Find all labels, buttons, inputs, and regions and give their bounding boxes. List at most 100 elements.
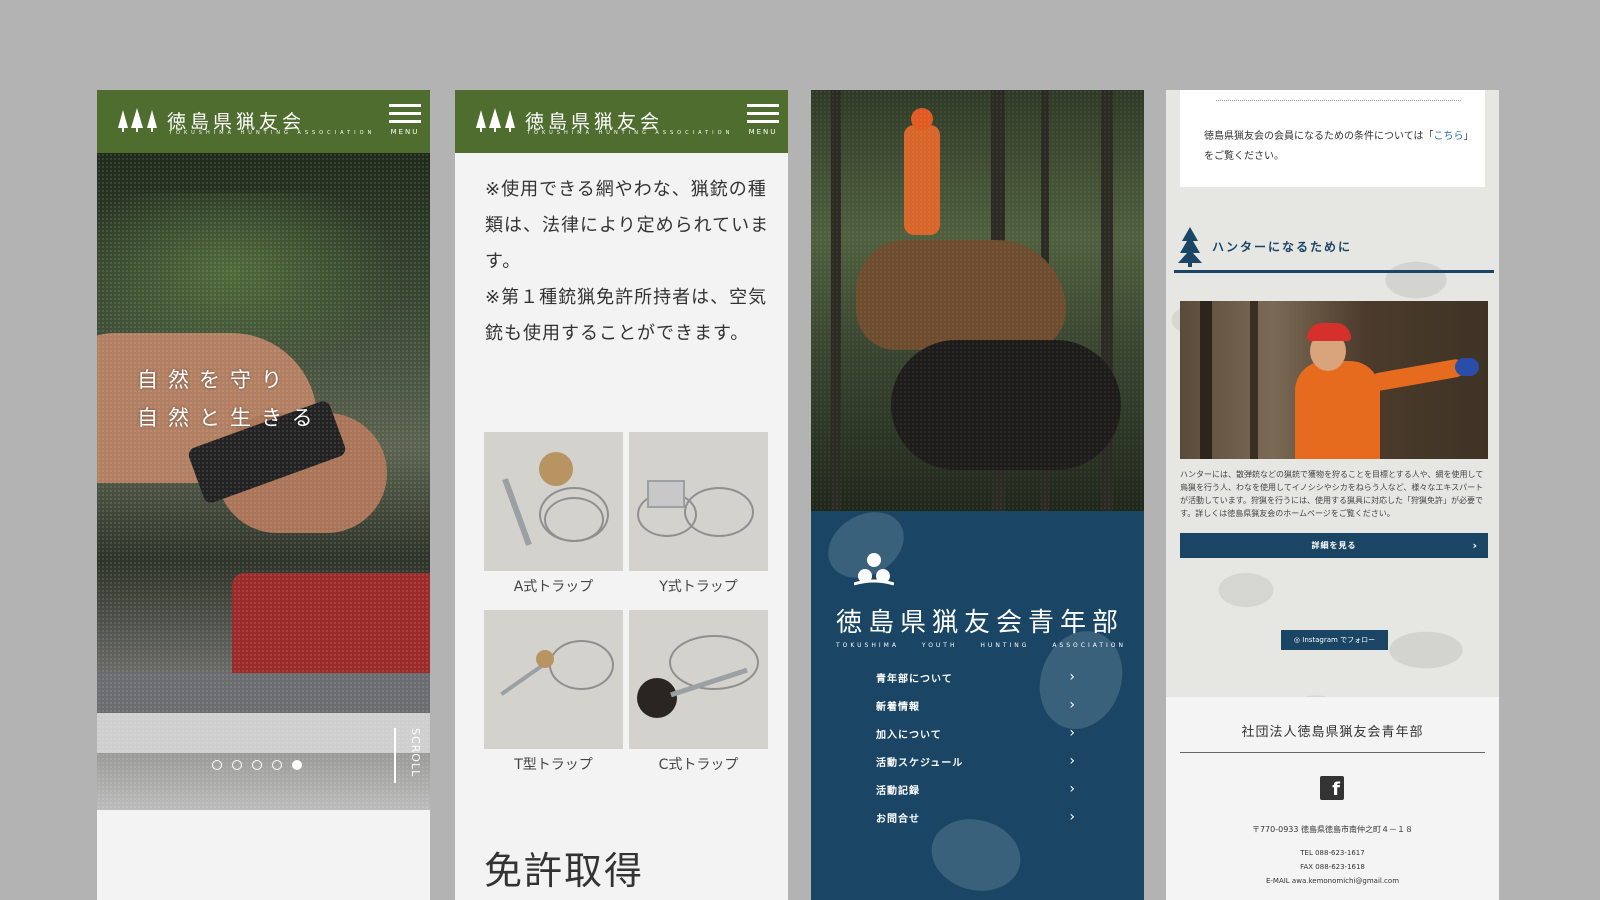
chevron-right-icon: › (1069, 809, 1076, 825)
detail-button[interactable]: 詳細を見る › (1180, 533, 1488, 558)
trap-item: C式トラップ (629, 610, 768, 782)
hamburger-icon-bar (389, 120, 421, 123)
site-logo-sub: TOKUSHIMA HUNTING ASSOCIATION (169, 130, 376, 136)
pager-dot-4[interactable] (272, 760, 282, 770)
trap-photo-c (629, 610, 768, 749)
nav-label: 青年部について (876, 673, 953, 685)
chevron-right-icon: › (1069, 697, 1076, 713)
hunter-description: ハンターには、散弾銃などの猟銃で獲物を狩ることを目標とする人や、網を使用して鳥猟… (1180, 470, 1484, 518)
nav-item-news[interactable]: 新着情報 › (876, 691, 1076, 719)
nav-item-records[interactable]: 活動記録 › (876, 775, 1076, 803)
photo-hunter-vest (1295, 361, 1380, 459)
footer-tel: TEL 088-623-1617 (1300, 849, 1365, 857)
trees-logo-icon (117, 108, 159, 132)
nav-label: 新着情報 (876, 701, 920, 713)
chevron-right-icon: › (1069, 669, 1076, 685)
hamburger-icon (389, 104, 421, 107)
youth-sub-word: YOUTH (921, 642, 958, 649)
hamburger-icon (747, 104, 779, 107)
footer-fax: FAX 088-623-1618 (1300, 863, 1365, 871)
instagram-follow-button[interactable]: ◎ Instagram でフォロー (1281, 630, 1388, 650)
chevron-right-icon: › (1069, 725, 1076, 741)
trap-plate (637, 678, 677, 718)
phone-screen-license: 徳島県猟友会 TOKUSHIMA HUNTING ASSOCIATION MEN… (455, 90, 788, 900)
youth-logo-icon (854, 553, 894, 586)
hero-slider[interactable]: 自然を守り 自然と生きる SCROLL (97, 153, 430, 810)
site-logo-sub: TOKUSHIMA HUNTING ASSOCIATION (527, 130, 734, 136)
nav-item-about[interactable]: 青年部について › (876, 663, 1076, 691)
menu-label: MENU (390, 128, 420, 136)
scroll-label[interactable]: SCROLL (409, 728, 422, 777)
menu-label: MENU (748, 128, 778, 136)
nav-item-schedule[interactable]: 活動スケジュール › (876, 747, 1076, 775)
hamburger-icon-bar (747, 120, 779, 123)
nav-item-contact[interactable]: お問合せ › (876, 803, 1076, 831)
membership-link[interactable]: こちら (1434, 131, 1464, 142)
nav-item-join[interactable]: 加入について › (876, 719, 1076, 747)
footer-address: 〒770-0933 徳島県徳島市南仲之町４－１８ (1251, 825, 1414, 834)
phone-screen-home: 徳島県猟友会 TOKUSHIMA HUNTING ASSOCIATION MEN… (97, 90, 430, 900)
nav-label: 加入について (876, 729, 942, 741)
pager-dot-5-active[interactable] (292, 760, 302, 770)
pager-dot-2[interactable] (232, 760, 242, 770)
footer-org-name: 社団法人徳島県猟友会青年部 (1241, 725, 1424, 740)
hero-copy-line1: 自然を守り (137, 368, 292, 392)
photo-hunter-glove (1455, 358, 1479, 376)
chevron-right-icon: › (1069, 781, 1076, 797)
trap-photo-a (484, 432, 623, 571)
license-note-1: ※使用できる網やわな、猟銃の種類は、法律により定められています。 (485, 179, 770, 272)
forest-photo (811, 90, 1144, 511)
youth-sub-word: TOKUSHIMA (836, 642, 899, 649)
hunter-photo (1180, 301, 1488, 459)
nav-label: 活動記録 (876, 785, 920, 797)
section-title: ハンターになるために (1212, 240, 1353, 254)
membership-text: 徳島県猟友会の会員になるための条件については「こちら」をご覧ください。 (1204, 127, 1469, 167)
dotted-divider (1216, 100, 1461, 101)
trap-label: Y式トラップ (659, 579, 738, 595)
hero-copy-line2: 自然と生きる (137, 406, 323, 430)
nav-label: 活動スケジュール (876, 757, 964, 769)
pager-dot-1[interactable] (212, 760, 222, 770)
pager-dot-3[interactable] (252, 760, 262, 770)
trap-label: A式トラップ (513, 579, 594, 595)
site-footer: 社団法人徳島県猟友会青年部 f 〒770-0933 徳島県徳島市南仲之町４－１８… (1166, 697, 1499, 900)
photo-hunter-cap (1307, 323, 1351, 341)
trap-label: C式トラップ (658, 757, 739, 773)
trap-photo-y (629, 432, 768, 571)
hero-copy: 自然を守り 自然と生きる (137, 361, 323, 437)
facebook-icon[interactable]: f (1320, 776, 1344, 800)
photo-hunter-arm (1369, 357, 1466, 393)
footer-divider (1180, 752, 1485, 753)
section-header-hunter: ハンターになるために (1174, 221, 1494, 273)
scroll-indicator-line (394, 728, 396, 783)
chevron-right-icon: › (1069, 753, 1076, 769)
menu-button[interactable]: MENU (747, 104, 779, 136)
trap-grid: A式トラップ Y式トラップ T型トラップ C式トラップ (484, 432, 768, 782)
instagram-button-label: Instagram でフォロー (1302, 636, 1376, 644)
instagram-icon: ◎ (1293, 636, 1303, 644)
trap-item: Y式トラップ (629, 432, 768, 604)
site-header: 徳島県猟友会 TOKUSHIMA HUNTING ASSOCIATION MEN… (97, 90, 430, 153)
youth-title: 徳島県猟友会青年部 (836, 608, 1125, 638)
tree-icon (1178, 227, 1202, 267)
phone-screen-youth-menu: 徳島県猟友会青年部 TOKUSHIMA YOUTH HUNTING ASSOCI… (811, 90, 1144, 900)
youth-sub-word: ASSOCIATION (1052, 642, 1126, 649)
license-notes: ※使用できる網やわな、猟銃の種類は、法律により定められています。 ※第１種銃猟免… (485, 172, 770, 352)
site-header: 徳島県猟友会 TOKUSHIMA HUNTING ASSOCIATION MEN… (455, 90, 788, 153)
license-note-2: ※第１種銃猟免許所持者は、空気銃も使用することができます。 (485, 287, 768, 344)
trap-plate (647, 480, 685, 508)
trap-plate (536, 650, 554, 668)
halftone-overlay (811, 90, 1144, 511)
trap-rod (502, 478, 532, 546)
footer-email[interactable]: E-MAIL awa.kemonomichi@gmail.com (1166, 874, 1499, 888)
menu-button[interactable]: MENU (389, 104, 421, 136)
phone-screen-become-hunter: 徳島県猟友会の会員になるための条件については「こちら」をご覧ください。 ハンター… (1166, 90, 1499, 900)
youth-subtitle: TOKUSHIMA YOUTH HUNTING ASSOCIATION (836, 642, 1126, 649)
trap-coil (544, 497, 604, 542)
youth-sub-word: HUNTING (980, 642, 1030, 649)
trap-coil (549, 640, 614, 690)
halftone-overlay (97, 153, 430, 810)
trees-logo-icon (475, 108, 517, 132)
chevron-right-icon: › (1472, 539, 1478, 552)
photo-tree (1200, 301, 1212, 459)
